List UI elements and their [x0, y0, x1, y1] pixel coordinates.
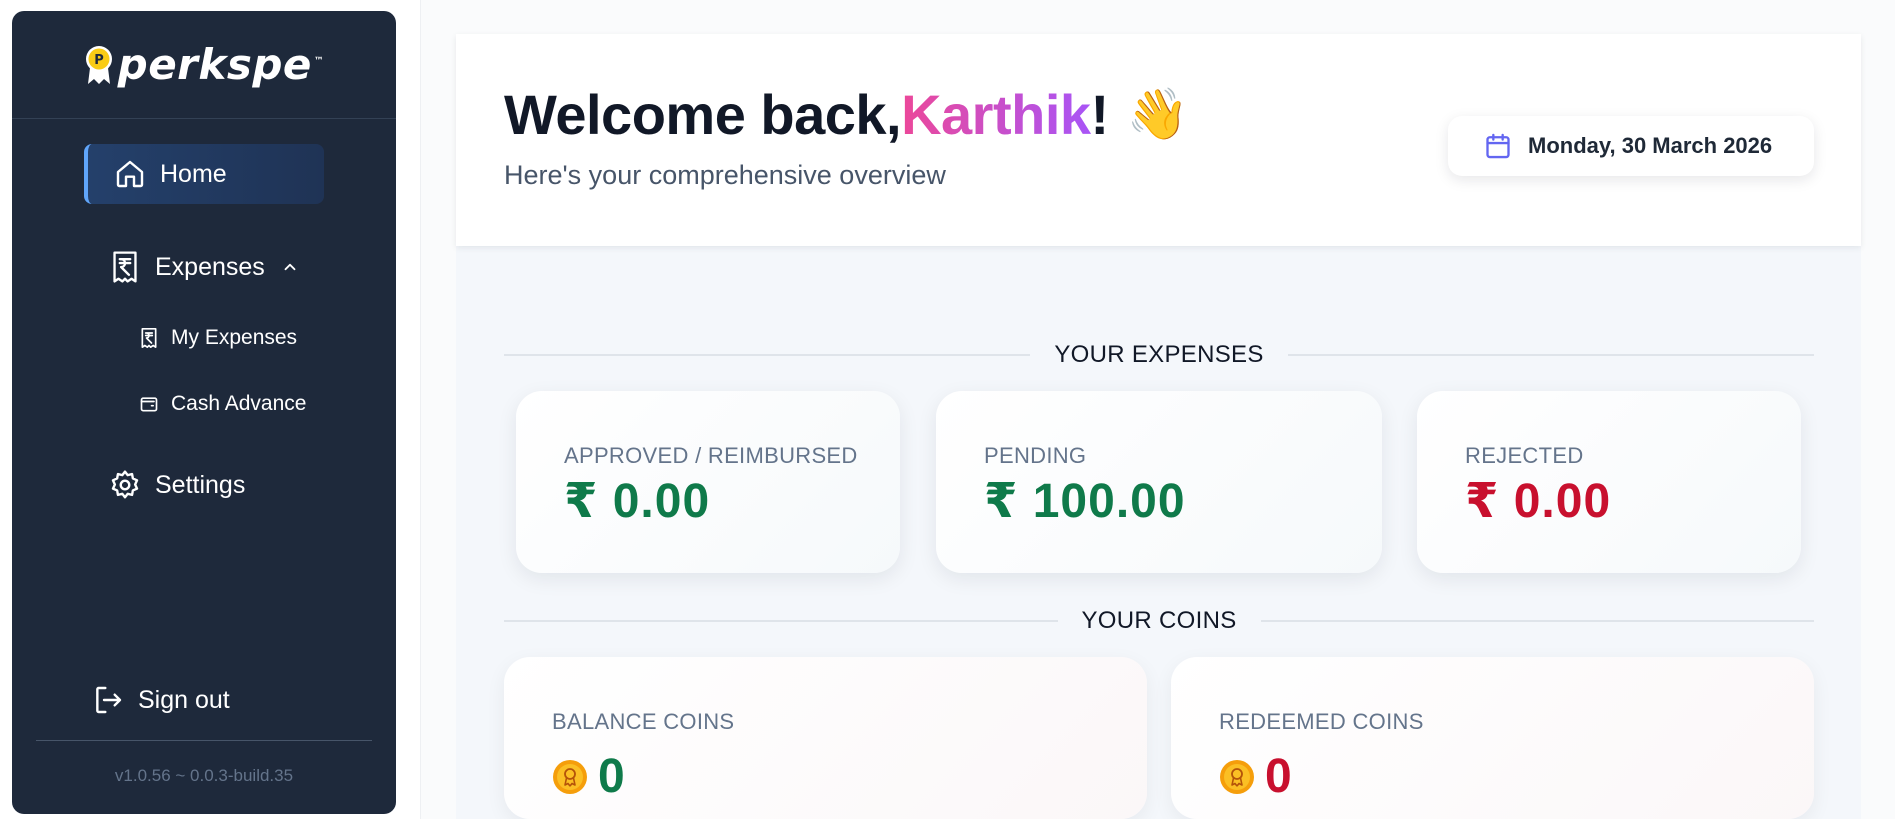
- divider-line: [504, 620, 1058, 622]
- card-caption: PENDING: [984, 443, 1087, 468]
- card-caption: BALANCE COINS: [552, 709, 735, 734]
- coin-value: 0: [1219, 749, 1292, 804]
- card-amount: ₹ 0.00: [1465, 475, 1612, 528]
- signout-button[interactable]: Sign out: [92, 684, 230, 716]
- card-caption: REDEEMED COINS: [1219, 709, 1424, 734]
- divider-line: [1260, 620, 1815, 622]
- section-heading: YOUR EXPENSES: [1054, 341, 1264, 368]
- card-amount: ₹ 0.00: [564, 475, 711, 528]
- welcome-prefix: Welcome back,: [504, 83, 902, 146]
- coin-count: 0: [598, 750, 625, 803]
- gear-icon: [111, 470, 139, 499]
- app-version: v1.0.56 ~ 0.0.3-build.35: [114, 766, 294, 785]
- redeemed-coins-card[interactable]: REDEEMED COINS 0: [1171, 657, 1814, 819]
- signout-label: Sign out: [138, 685, 230, 714]
- coin-count: 0: [1265, 750, 1292, 803]
- card-caption: REJECTED: [1465, 443, 1584, 468]
- receipt-rupee-icon: [113, 251, 137, 283]
- divider-line: [1287, 354, 1815, 356]
- sidebar: P perkspe ™ Home Expenses My Expenses Ca…: [12, 11, 396, 814]
- sidebar-item-home[interactable]: Home: [84, 144, 324, 204]
- svg-text:P: P: [94, 53, 104, 68]
- sidebar-item-label: Cash Advance: [171, 392, 307, 415]
- brand-logo[interactable]: P perkspe ™: [12, 11, 396, 119]
- current-date: Monday, 30 March 2026: [1528, 133, 1773, 158]
- welcome-suffix: !: [1090, 83, 1110, 146]
- sidebar-item-label: Settings: [155, 470, 246, 499]
- brand-name: perkspe ™: [117, 40, 325, 89]
- coin-medal-icon: [1220, 759, 1254, 794]
- expenses-section-title: YOUR EXPENSES: [504, 341, 1815, 369]
- approved-expenses-card[interactable]: APPROVED / REIMBURSED ₹ 0.00: [516, 391, 900, 573]
- sidebar-divider: [36, 740, 372, 741]
- rejected-expenses-card[interactable]: REJECTED ₹ 0.00: [1417, 391, 1801, 573]
- sidebar-subitem-cash-advance[interactable]: Cash Advance: [139, 392, 306, 416]
- card-amount: ₹ 100.00: [984, 475, 1186, 528]
- coins-section-title: YOUR COINS: [504, 607, 1815, 635]
- sidebar-subitem-my-expenses[interactable]: My Expenses: [139, 326, 297, 350]
- sidebar-item-settings[interactable]: Settings: [109, 469, 245, 501]
- receipt-rupee-icon: [141, 328, 157, 348]
- welcome-header: Welcome back, Karthik! 👋 Here's your comp…: [456, 34, 1861, 246]
- logout-icon: [96, 686, 122, 714]
- p-coin-badge-icon: P: [85, 45, 112, 84]
- date-badge: Monday, 30 March 2026: [1448, 116, 1814, 176]
- divider-line: [504, 354, 1031, 356]
- sidebar-item-label: My Expenses: [171, 326, 298, 349]
- wave-icon: 👋: [1126, 86, 1189, 142]
- section-heading: YOUR COINS: [1081, 607, 1237, 634]
- calendar-icon: [1486, 133, 1510, 159]
- card-caption: APPROVED / REIMBURSED: [564, 443, 858, 468]
- page-title: Welcome back, Karthik! 👋: [504, 82, 1189, 147]
- coin-medal-icon: [553, 759, 587, 794]
- coin-value: 0: [552, 749, 625, 804]
- page-subtitle: Here's your comprehensive overview: [504, 160, 946, 190]
- home-icon: [116, 160, 144, 188]
- user-name: Karthik: [901, 83, 1091, 146]
- wallet-icon: [140, 397, 158, 412]
- pending-expenses-card[interactable]: PENDING ₹ 100.00: [936, 391, 1382, 573]
- sidebar-item-label: Expenses: [155, 252, 265, 281]
- sidebar-item-expenses[interactable]: Expenses: [109, 250, 299, 284]
- balance-coins-card[interactable]: BALANCE COINS 0: [504, 657, 1147, 819]
- chevron-up-icon[interactable]: [281, 258, 299, 276]
- sidebar-item-label: Home: [160, 159, 227, 188]
